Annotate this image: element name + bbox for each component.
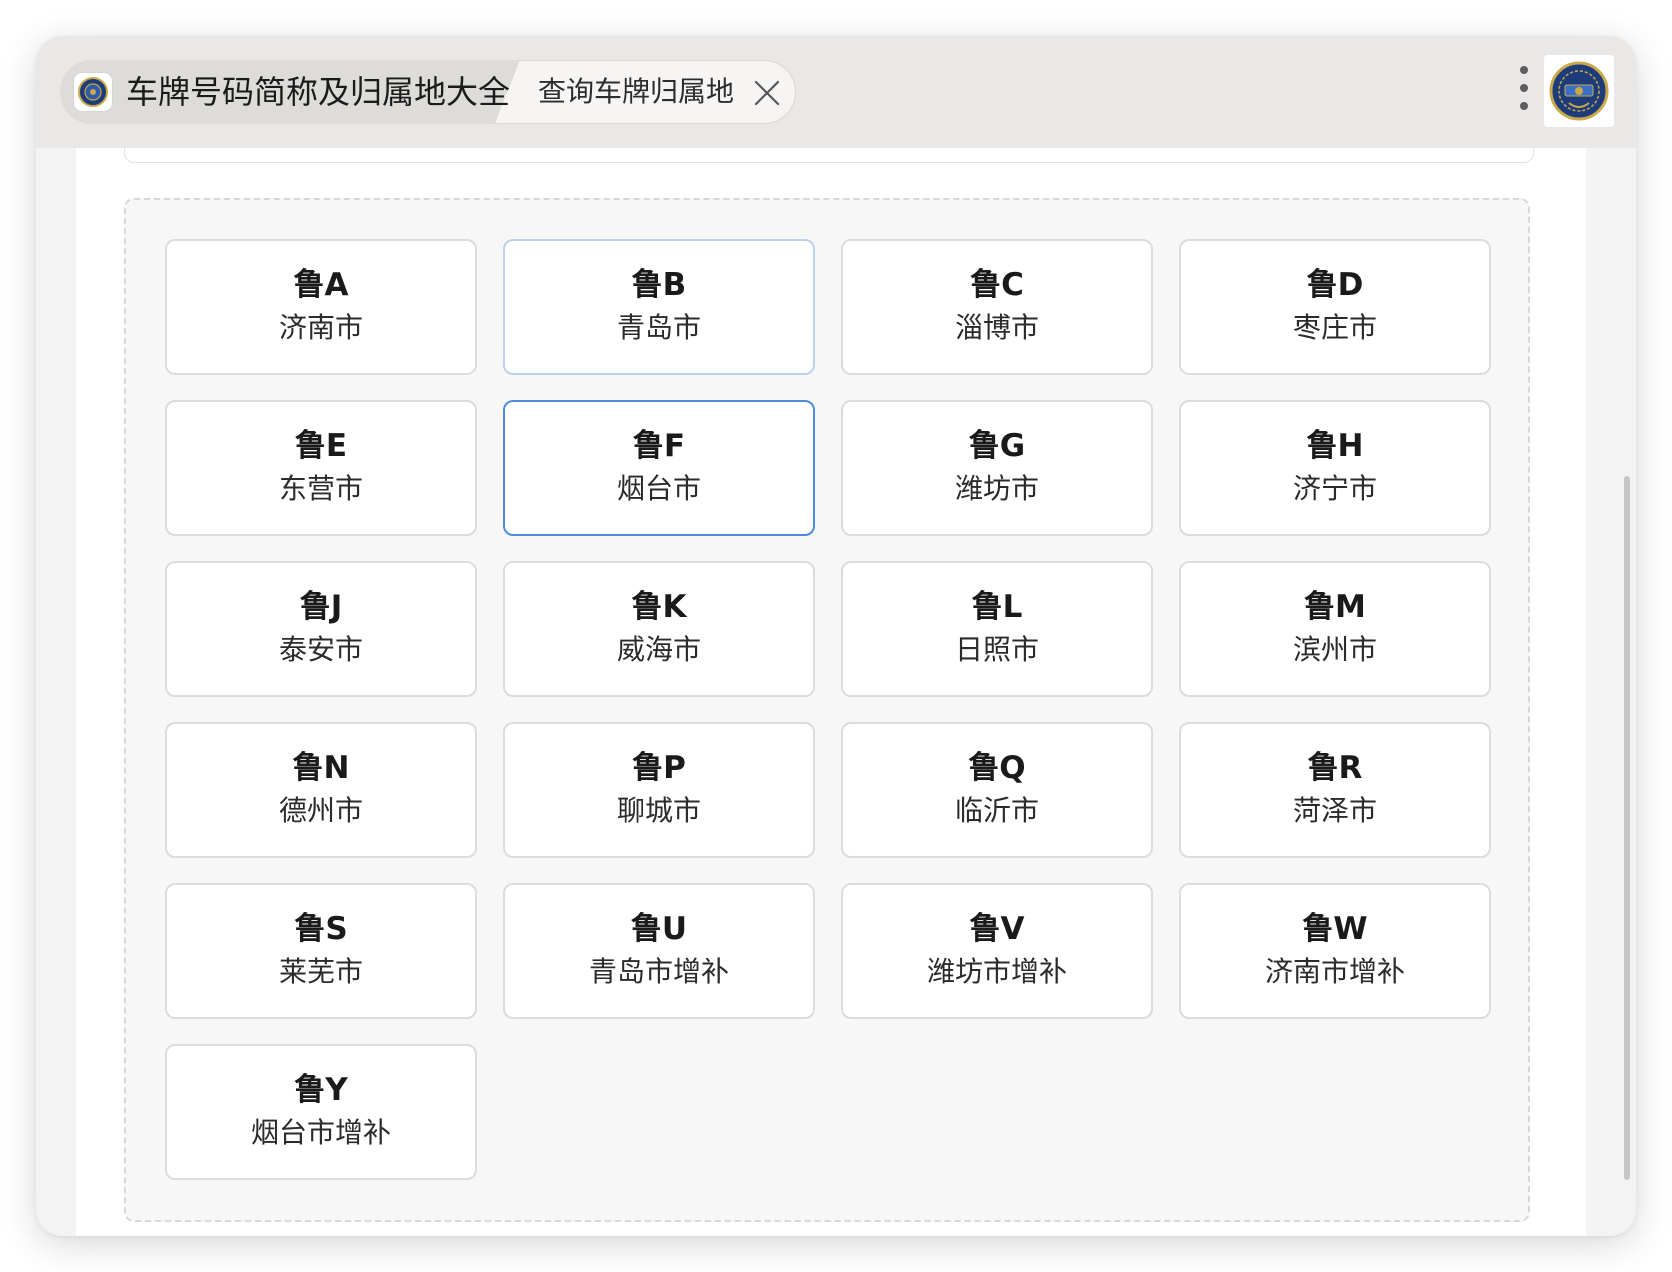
plate-code: 鲁W — [1302, 911, 1368, 947]
plate-code: 鲁V — [969, 911, 1025, 947]
menu-dot — [1520, 66, 1528, 74]
plate-city: 济南市增补 — [1264, 955, 1405, 988]
plate-code: 鲁F — [632, 428, 686, 464]
plate-city: 烟台市 — [616, 472, 701, 505]
plate-card[interactable]: 鲁B 青岛市 — [503, 239, 815, 375]
plate-card[interactable]: 鲁U 青岛市增补 — [503, 883, 815, 1019]
plate-city: 潍坊市增补 — [926, 955, 1067, 988]
plate-code: 鲁M — [1304, 589, 1366, 625]
plate-city: 潍坊市 — [954, 472, 1039, 505]
plate-city: 临沂市 — [954, 794, 1039, 827]
plate-card[interactable]: 鲁R 菏泽市 — [1179, 722, 1491, 858]
plate-city: 济宁市 — [1292, 472, 1377, 505]
plate-card[interactable]: 鲁M 滨州市 — [1179, 561, 1491, 697]
plate-card[interactable]: 鲁P 聊城市 — [503, 722, 815, 858]
more-vertical-icon[interactable] — [1518, 66, 1530, 110]
plate-city: 德州市 — [278, 794, 363, 827]
menu-dot — [1520, 102, 1528, 110]
close-icon[interactable] — [754, 80, 780, 106]
plate-code: 鲁C — [970, 267, 1024, 303]
mini-program-window: 车牌号码简称及归属地大全 查询车牌归属地 鲁A 济南市 鲁B 青岛市 鲁C 淄博… — [36, 36, 1636, 1236]
plate-city: 莱芜市 — [278, 955, 363, 988]
plate-city: 济南市 — [278, 311, 363, 344]
plate-card[interactable]: 鲁E 东营市 — [165, 400, 477, 536]
plate-code: 鲁L — [971, 589, 1023, 625]
plate-city: 淄博市 — [954, 311, 1039, 344]
plate-card[interactable]: 鲁Q 临沂市 — [841, 722, 1153, 858]
plate-city: 威海市 — [616, 633, 701, 666]
plate-code: 鲁D — [1306, 267, 1364, 303]
plate-code: 鲁Q — [968, 750, 1026, 786]
plate-city: 滨州市 — [1292, 633, 1377, 666]
plate-card[interactable]: 鲁G 潍坊市 — [841, 400, 1153, 536]
plate-city: 枣庄市 — [1292, 311, 1377, 344]
plate-card[interactable]: 鲁S 莱芜市 — [165, 883, 477, 1019]
tab-group: 车牌号码简称及归属地大全 查询车牌归属地 — [60, 60, 796, 124]
plate-code: 鲁K — [631, 589, 687, 625]
plate-city: 烟台市增补 — [250, 1116, 391, 1149]
plate-card[interactable]: 鲁L 日照市 — [841, 561, 1153, 697]
plate-city: 青岛市增补 — [588, 955, 729, 988]
plate-grid: 鲁A 济南市 鲁B 青岛市 鲁C 淄博市 鲁D 枣庄市鲁E 东营市 鲁F 烟台市 鲁G 潍坊市 鲁H 济宁市… — [124, 198, 1530, 1222]
plate-card[interactable]: 鲁C 淄博市 — [841, 239, 1153, 375]
plate-card[interactable]: 鲁A 济南市 — [165, 239, 477, 375]
plate-card[interactable]: 鲁N 德州市 — [165, 722, 477, 858]
plate-card[interactable]: 鲁J 泰安市 — [165, 561, 477, 697]
plate-code: 鲁S — [294, 911, 348, 947]
menu-dot — [1520, 84, 1528, 92]
plate-code: 鲁G — [968, 428, 1026, 464]
plate-city: 菏泽市 — [1292, 794, 1377, 827]
scrollbar[interactable] — [1624, 476, 1630, 1180]
plate-city: 日照市 — [954, 633, 1039, 666]
plate-code: 鲁P — [632, 750, 686, 786]
police-emblem-icon — [74, 73, 112, 111]
title-bar: 车牌号码简称及归属地大全 查询车牌归属地 — [36, 36, 1636, 148]
plate-code: 鲁R — [1307, 750, 1363, 786]
plate-card[interactable]: 鲁K 威海市 — [503, 561, 815, 697]
plate-city: 东营市 — [278, 472, 363, 505]
plate-card[interactable]: 鲁V 潍坊市增补 — [841, 883, 1153, 1019]
plate-card[interactable]: 鲁F 烟台市 — [503, 400, 815, 536]
police-emblem-icon — [1549, 61, 1609, 121]
plate-city: 聊城市 — [616, 794, 701, 827]
plate-card[interactable]: 鲁D 枣庄市 — [1179, 239, 1491, 375]
plate-code: 鲁N — [292, 750, 350, 786]
plate-city: 泰安市 — [278, 633, 363, 666]
plate-code: 鲁E — [294, 428, 348, 464]
tab-query-title[interactable]: 查询车牌归属地 — [538, 60, 734, 124]
search-box[interactable] — [124, 148, 1534, 163]
plate-code: 鲁J — [299, 589, 343, 625]
mini-app-logo[interactable] — [1544, 55, 1614, 127]
plate-code: 鲁B — [631, 267, 687, 303]
plate-city: 青岛市 — [616, 311, 701, 344]
plate-code: 鲁Y — [294, 1072, 348, 1108]
plate-card[interactable]: 鲁Y 烟台市增补 — [165, 1044, 477, 1180]
plate-code: 鲁U — [630, 911, 688, 947]
plate-code: 鲁H — [1306, 428, 1364, 464]
tab-title[interactable]: 车牌号码简称及归属地大全 — [126, 60, 510, 124]
plate-code: 鲁A — [293, 267, 349, 303]
plate-card[interactable]: 鲁W 济南市增补 — [1179, 883, 1491, 1019]
plate-card[interactable]: 鲁H 济宁市 — [1179, 400, 1491, 536]
